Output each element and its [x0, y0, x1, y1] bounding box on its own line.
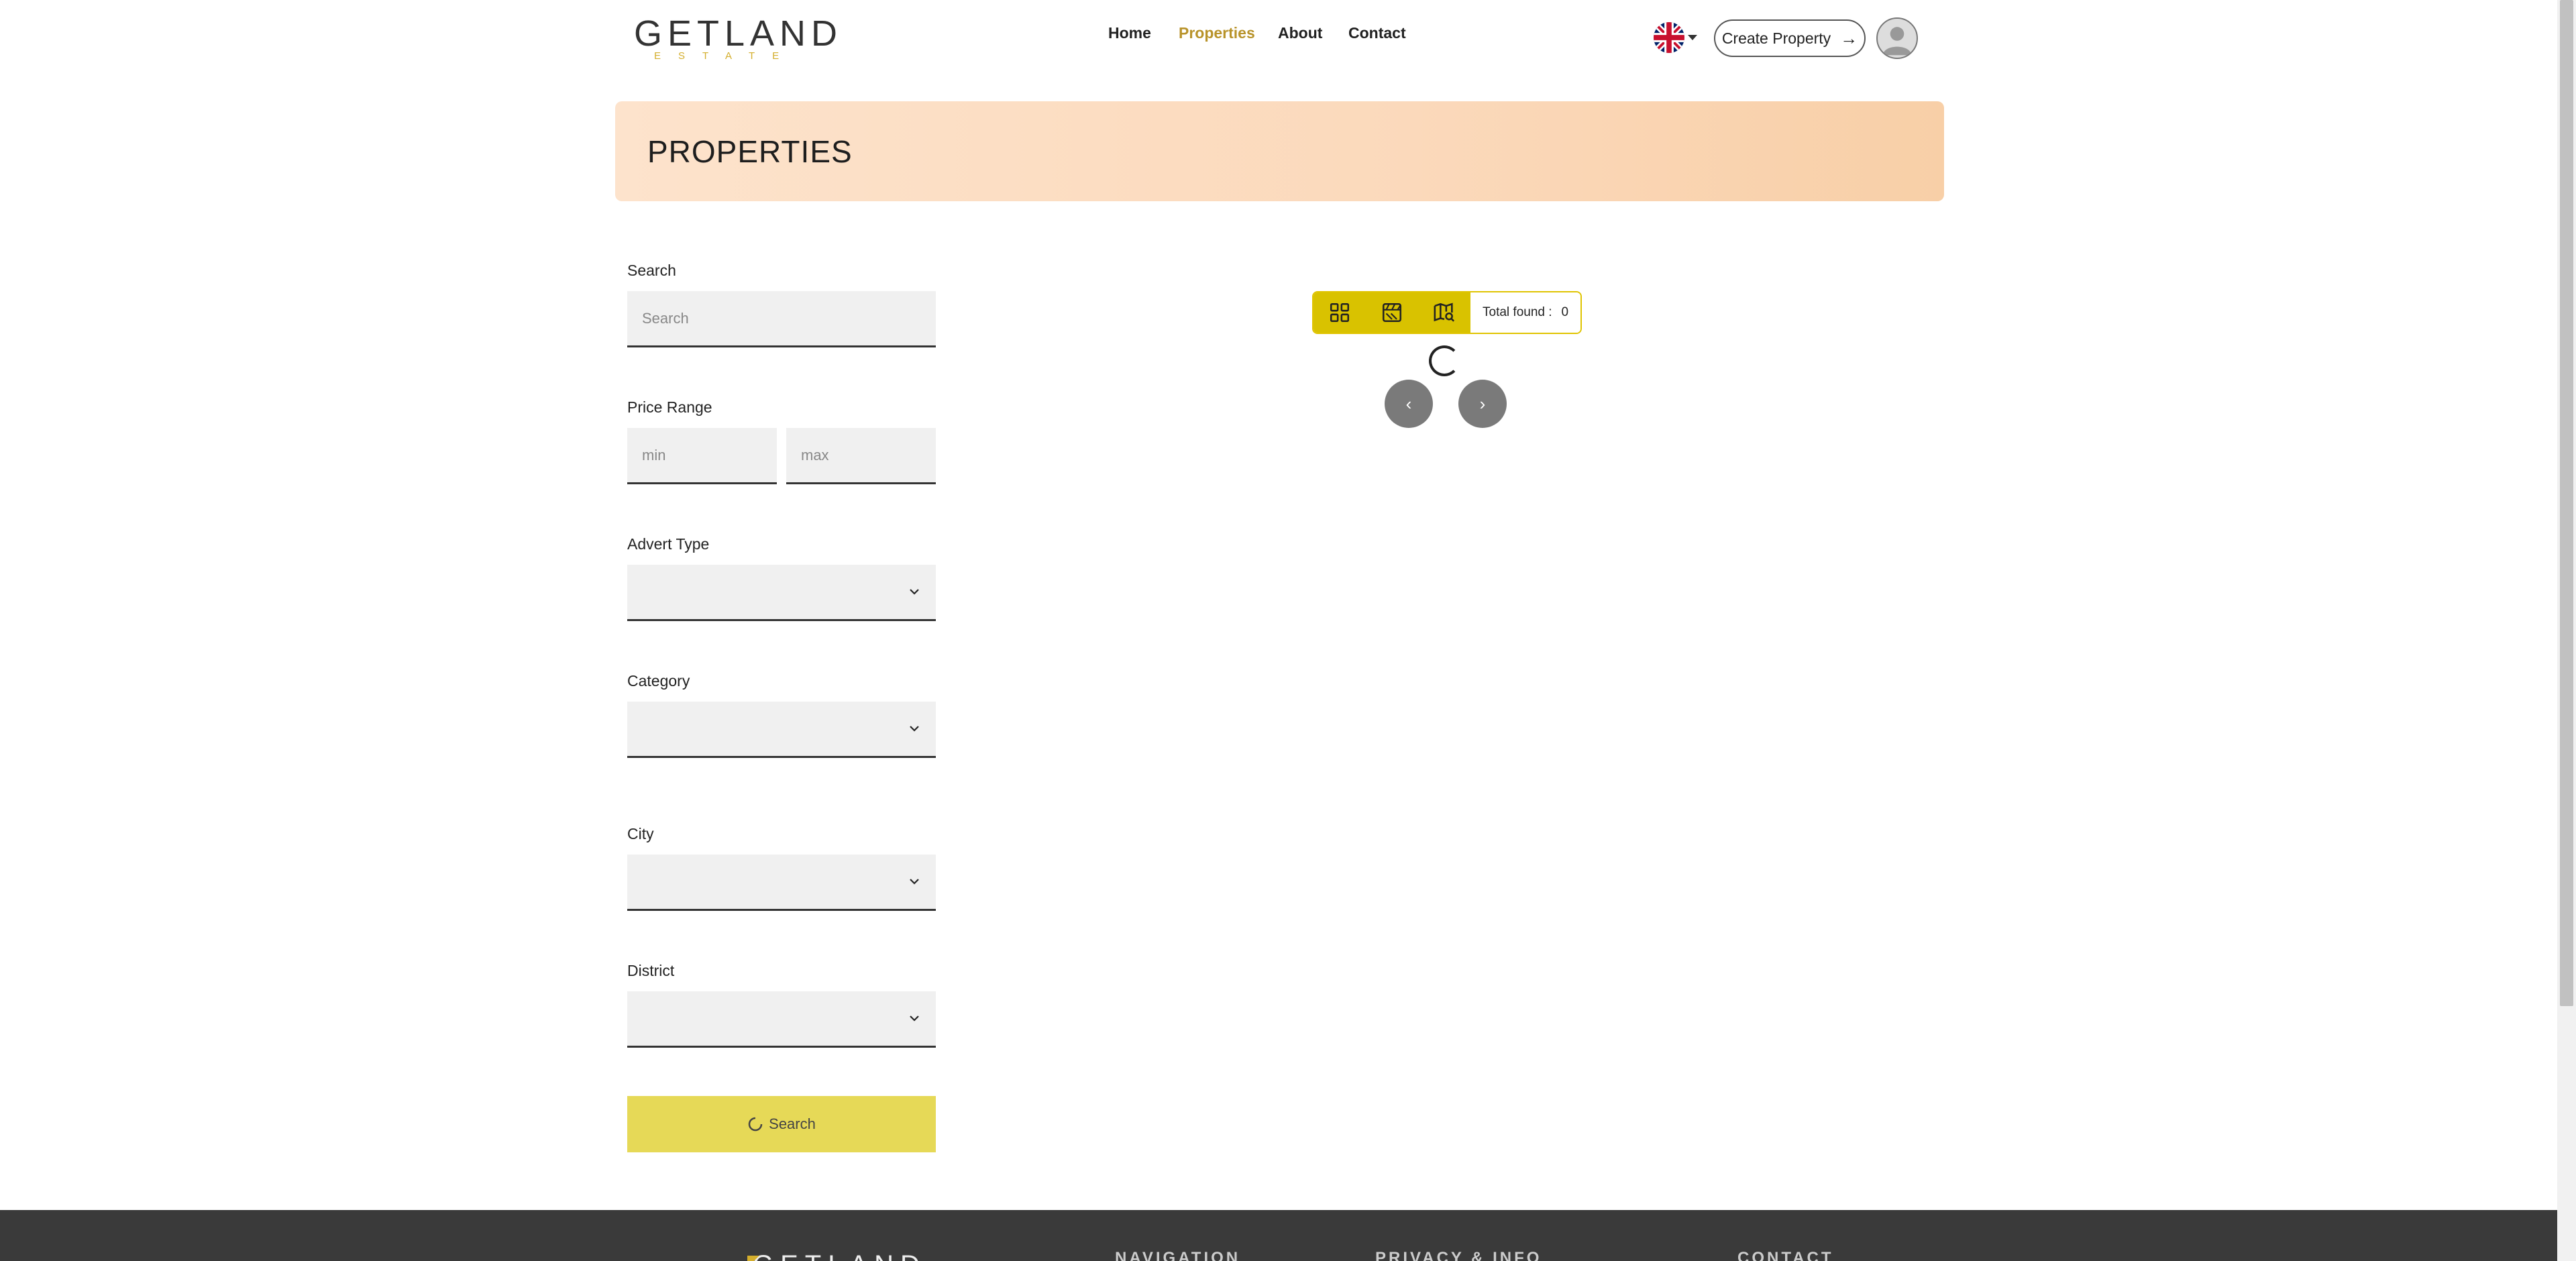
- nav-home[interactable]: Home: [1108, 24, 1151, 42]
- uk-flag-icon: [1654, 22, 1684, 53]
- nav-properties[interactable]: Properties: [1179, 24, 1255, 42]
- advert-type-select[interactable]: [627, 565, 936, 621]
- chevron-left-icon: ‹: [1405, 393, 1412, 414]
- chevron-down-icon: [910, 1016, 919, 1022]
- site-logo[interactable]: GETLAND ESTATE: [629, 15, 837, 63]
- footer-heading-contact: CONTACT: [1737, 1249, 1834, 1261]
- map-view-icon: [1434, 303, 1455, 322]
- arrow-right-icon: →: [1840, 28, 1858, 48]
- footer: GETLAND NAVIGATION PRIVACY & INFO CONTAC…: [0, 1210, 2557, 1261]
- create-property-button[interactable]: Create Property →: [1714, 19, 1866, 57]
- search-submit-label: Search: [769, 1115, 816, 1132]
- district-select[interactable]: [627, 991, 936, 1048]
- chevron-down-icon: [910, 726, 919, 732]
- category-select[interactable]: [627, 702, 936, 758]
- create-property-label: Create Property: [1721, 29, 1831, 47]
- city-label: City: [627, 825, 654, 842]
- loading-spinner-icon: [1429, 345, 1460, 376]
- city-select[interactable]: [627, 855, 936, 911]
- gallery-view-icon: [1382, 303, 1402, 323]
- total-found: Total found : 0: [1470, 292, 1581, 333]
- page-title: PROPERTIES: [647, 134, 853, 169]
- advert-type-label: Advert Type: [627, 535, 710, 553]
- price-range-label: Price Range: [627, 398, 712, 416]
- page-banner: PROPERTIES: [615, 101, 1944, 201]
- next-page-button[interactable]: ›: [1458, 380, 1507, 428]
- loading-spinner-icon: [748, 1117, 763, 1132]
- footer-heading-navigation: NAVIGATION: [1115, 1249, 1241, 1261]
- nav-about[interactable]: About: [1278, 24, 1322, 42]
- search-label: Search: [627, 262, 676, 279]
- grid-view-icon: [1330, 303, 1350, 323]
- chevron-down-icon: [910, 879, 919, 885]
- caret-down-icon: [1688, 35, 1697, 40]
- grid-view-button[interactable]: [1313, 292, 1366, 333]
- category-label: Category: [627, 672, 690, 690]
- user-avatar-icon[interactable]: [1876, 17, 1918, 59]
- footer-heading-privacy: PRIVACY & INFO: [1375, 1249, 1542, 1261]
- scrollbar-thumb[interactable]: [2560, 0, 2573, 1006]
- language-selector[interactable]: [1654, 22, 1697, 53]
- gallery-view-button[interactable]: [1366, 292, 1418, 333]
- logo-subtitle: ESTATE: [654, 50, 797, 62]
- page: GETLAND ESTATE Home Properties About Con…: [0, 0, 2576, 1261]
- total-found-label: Total found :: [1483, 305, 1552, 319]
- map-view-button[interactable]: [1418, 292, 1470, 333]
- footer-logo: GETLAND: [747, 1250, 926, 1261]
- price-min-input[interactable]: [627, 428, 777, 484]
- search-submit-button[interactable]: Search: [627, 1096, 936, 1152]
- chevron-right-icon: ›: [1479, 393, 1486, 414]
- total-found-value: 0: [1561, 305, 1569, 319]
- district-label: District: [627, 962, 675, 979]
- results-toolbar: Total found : 0: [1312, 291, 1582, 334]
- chevron-down-icon: [910, 589, 919, 595]
- nav-contact[interactable]: Contact: [1348, 24, 1406, 42]
- search-input[interactable]: [627, 291, 936, 347]
- logo-name: GETLAND: [634, 13, 843, 54]
- previous-page-button[interactable]: ‹: [1385, 380, 1433, 428]
- price-max-input[interactable]: [786, 428, 936, 484]
